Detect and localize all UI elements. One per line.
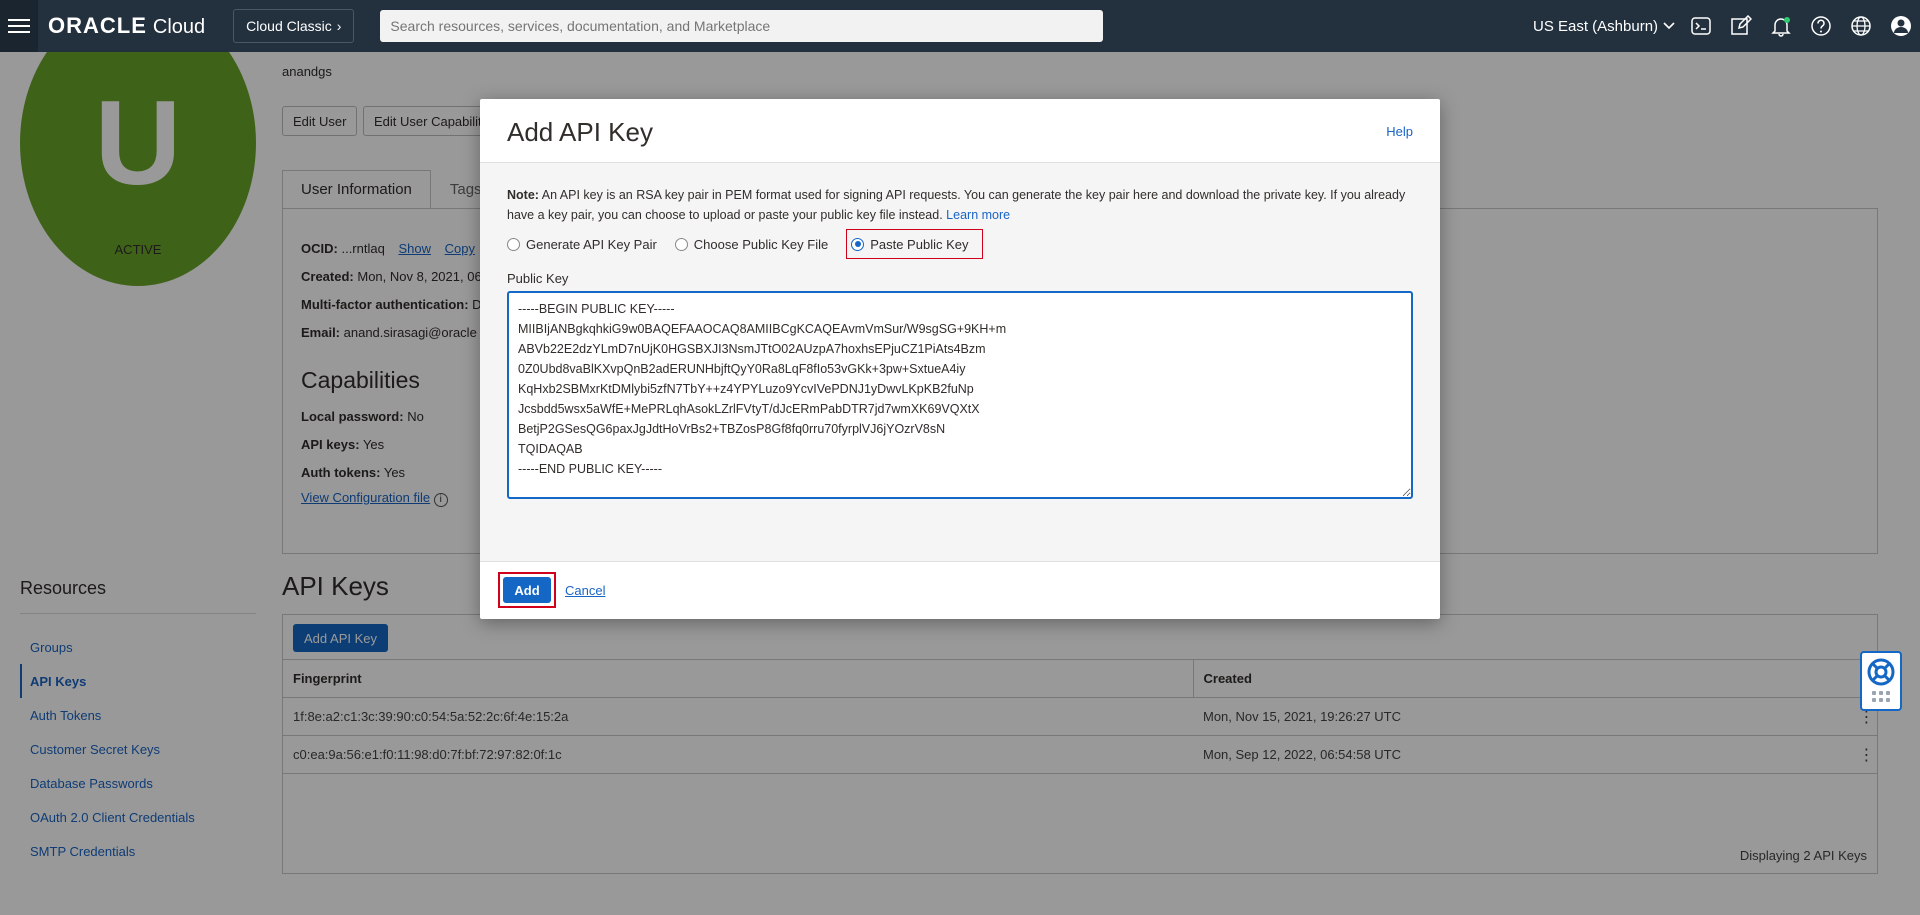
edit-icon[interactable] (1730, 15, 1752, 37)
radio-paste-public-key[interactable]: Paste Public Key (846, 229, 984, 259)
radio-label: Paste Public Key (870, 236, 969, 252)
logo-oracle-text: ORACLE (48, 13, 147, 38)
cloud-classic-button[interactable]: Cloud Classic › (233, 9, 355, 43)
bell-icon[interactable] (1770, 15, 1792, 37)
radio-label: Generate API Key Pair (526, 236, 657, 252)
lifebuoy-icon[interactable] (1866, 657, 1896, 687)
help-link[interactable]: Help (1386, 124, 1413, 139)
menu-icon[interactable] (0, 0, 38, 52)
key-source-radio-group: Generate API Key Pair Choose Public Key … (507, 229, 1001, 259)
drag-handle-icon[interactable] (1872, 691, 1890, 702)
note-text: Note: An API key is an RSA key pair in P… (507, 185, 1413, 225)
radio-generate-api-key-pair[interactable]: Generate API Key Pair (507, 229, 657, 259)
add-button-highlight: Add (498, 572, 556, 608)
public-key-label: Public Key (507, 271, 569, 286)
add-api-key-dialog: Add API Key Help Note: An API key is an … (480, 99, 1440, 619)
radio-choose-public-key-file[interactable]: Choose Public Key File (674, 229, 829, 259)
topbar-icons (1690, 0, 1912, 52)
region-label: US East (Ashburn) (1533, 17, 1659, 35)
oracle-cloud-logo[interactable]: ORACLE Cloud (48, 13, 205, 39)
note-label: Note: (507, 188, 539, 202)
user-icon[interactable] (1890, 15, 1912, 37)
top-navigation-bar: ORACLE Cloud Cloud Classic › US East (As… (0, 0, 1920, 52)
support-widget[interactable] (1860, 651, 1902, 711)
logo-cloud-text: Cloud (152, 16, 206, 38)
learn-more-link[interactable]: Learn more (946, 208, 1010, 222)
add-button[interactable]: Add (503, 577, 551, 603)
region-selector[interactable]: US East (Ashburn) (1533, 0, 1676, 52)
dialog-body: Note: An API key is an RSA key pair in P… (480, 162, 1440, 562)
radio-label: Choose Public Key File (693, 236, 829, 252)
dialog-title: Add API Key (507, 117, 653, 147)
public-key-textarea[interactable] (507, 291, 1413, 499)
cloud-classic-label: Cloud Classic (246, 18, 332, 34)
globe-icon[interactable] (1850, 15, 1872, 37)
terminal-icon[interactable] (1690, 15, 1712, 37)
chevron-down-icon (1663, 22, 1675, 30)
search-input[interactable] (380, 10, 1104, 42)
radio-circle-icon[interactable] (674, 237, 688, 251)
help-icon[interactable] (1810, 15, 1832, 37)
chevron-right-icon: › (336, 18, 342, 34)
cancel-link[interactable]: Cancel (565, 583, 605, 598)
radio-circle-checked-icon[interactable] (851, 237, 865, 251)
radio-circle-icon[interactable] (507, 237, 520, 251)
dialog-footer: Add Cancel (480, 562, 1440, 619)
